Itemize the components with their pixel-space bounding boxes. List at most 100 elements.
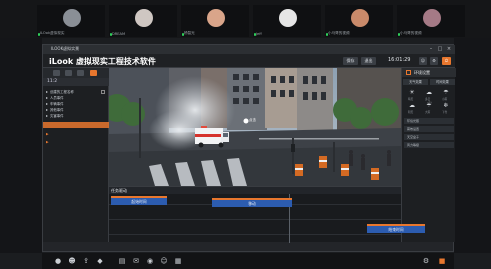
weather-label: 晴天 [408,98,414,101]
maximize-icon[interactable]: □ [436,46,444,52]
tree-item[interactable]: 车辆事件 [46,101,64,106]
participant-tile[interactable]: ILOok虚拟现实 [37,5,105,37]
expand-icon [46,109,48,111]
task-timeline: 任务驱动 起始时间 移动 结束时间 [109,186,425,243]
window-titlebar: ILOOK虚拟实景 – □ × [43,45,455,54]
expand-icon [46,115,48,117]
app-brand: iLook 虚拟现实工程技术软件 [49,57,156,66]
gallery-margin-left [0,38,42,253]
participant-tile[interactable]: DREAM [109,5,177,37]
record-icon[interactable]: ◉ [146,257,154,265]
weather-label: 小雨 [442,98,448,101]
participant-avatar [423,9,441,27]
scene-viewport[interactable]: 点击 [109,68,401,186]
tree-item-label: 灾害事件 [50,114,64,118]
minimize-icon[interactable]: – [427,46,435,52]
timeline-clip[interactable]: 移动 [212,198,292,207]
tree-item-label: 创建的工程名称 [50,90,74,94]
window-title: ILOOK虚拟实景 [51,46,80,51]
share-icon[interactable]: ⇪ [82,257,90,265]
shared-app-window: ILOOK虚拟实景 – □ × iLook 虚拟现实工程技术软件 保存 退出 1… [42,44,456,252]
participant-avatar [279,9,297,27]
participant-tile[interactable]: 小马哥的视频 [397,5,465,37]
tree-item-label: 其他事件 [50,108,64,112]
participant-name: Jeff [256,32,262,36]
overcast-icon[interactable]: ☁ [408,103,416,109]
layer-icon[interactable] [77,70,84,76]
folder-icon[interactable] [53,70,60,76]
tree-item-label: 车辆事件 [50,102,64,106]
play-icon[interactable]: ▶ [46,140,49,144]
settings-icon[interactable]: ⚙ [430,57,438,65]
timeline-header: 任务驱动 [109,187,401,194]
participant-name: 杨智光 [184,31,195,35]
mic-icon[interactable]: ● [54,257,62,265]
tab-weather[interactable]: 天气效果 [403,79,428,85]
meeting-toolbar: ● ☻ ⇪ ◆ ▤ ✉ ◉ ☺ ▦ ⚙ ■ [42,253,454,269]
setting-row[interactable]: 天空盒子 [404,134,454,140]
apps-icon[interactable]: ▦ [174,257,182,265]
timeline-track-divider [109,234,401,235]
tree-item[interactable]: 人员事件 [46,95,64,100]
list-icon[interactable] [65,70,72,76]
scene-render [109,68,401,186]
play-icon[interactable]: ▶ [46,132,49,136]
expand-icon [46,91,48,93]
visibility-checkbox[interactable] [101,90,105,94]
timeline-clip[interactable]: 起始时间 [111,196,167,205]
weather-label: 下雪 [442,111,448,114]
clock-display: 16:01:29 [388,57,411,63]
smile-icon[interactable]: ☺ [160,257,168,265]
layout-icon[interactable]: ▤ [118,257,126,265]
flag-icon[interactable] [90,70,97,76]
timeline-clip[interactable]: 结束时间 [367,224,425,233]
participant-name: 小马哥的视频 [400,31,422,35]
participant-tile[interactable]: 小马哥的视频 [325,5,393,37]
meeting-screen: ILOok虚拟现实 DREAM 杨智光 Jeff 小马哥的视频 小马哥的视频 I… [0,0,491,269]
save-button[interactable]: 保存 [343,57,358,65]
participant-tile[interactable]: Jeff [253,5,321,37]
sunny-icon[interactable]: ☀ [408,90,416,96]
participant-name: DREAM [112,32,126,36]
rain-icon[interactable]: ☂ [442,90,450,96]
exit-button[interactable]: 退出 [361,57,376,65]
end-icon[interactable]: ■ [438,257,446,265]
heavy-rain-icon[interactable]: ☔ [425,103,433,109]
participant-name: ILOok虚拟现实 [40,31,65,35]
weather-label: 大雨 [425,111,431,114]
participant-strip: ILOok虚拟现实 DREAM 杨智光 Jeff 小马哥的视频 小马哥的视频 [0,0,491,38]
participant-tile[interactable]: 杨智光 [181,5,249,37]
tree-item[interactable]: 创建的工程名称 [46,89,74,94]
setting-row[interactable]: 环境光照 [404,118,454,124]
setting-row[interactable]: 雾效设置 [404,126,454,132]
settings-icon[interactable]: ⚙ [422,257,430,265]
cloudy-icon[interactable]: ☁ [425,90,433,96]
close-icon[interactable]: × [445,46,453,52]
tree-item-label: 人员事件 [50,96,64,100]
participant-avatar [135,9,153,27]
power-icon[interactable]: ⏻ [442,57,451,65]
setting-row[interactable]: 风力等级 [404,142,454,148]
chat-icon[interactable]: ✉ [132,257,140,265]
participants-icon[interactable]: ☻ [68,257,76,265]
scene-hint: 点击 [249,118,256,122]
participant-avatar [207,9,225,27]
tree-item[interactable]: 灾害事件 [46,113,64,118]
tree-item[interactable]: 其他事件 [46,107,64,112]
tab-time[interactable]: 时间效果 [430,79,455,85]
participant-name: 小马哥的视频 [328,31,350,35]
environment-panel: 环境设置 天气效果 时间效果 ☀ ☁ ☂ 晴天 多云 小雨 ☁ ☔ ❄ 阴天 大… [401,68,456,242]
snow-icon[interactable]: ❄ [442,103,450,109]
panel-header: 环境设置 [402,68,456,77]
participant-avatar [351,9,369,27]
expand-icon [46,97,48,99]
security-icon[interactable]: ◆ [96,257,104,265]
user-icon[interactable]: ☺ [419,57,427,65]
gallery-margin-right [454,38,491,253]
weather-label: 多云 [425,98,431,101]
scene-tree-panel: 11:2 创建的工程名称 人员事件 车辆事件 其他事件 灾害事件 ▶ ▶ [43,68,109,242]
timeline-title: 任务驱动 [111,188,127,193]
weather-label: 阴天 [408,111,414,114]
panel-toolbar [43,68,109,78]
timeline-track-divider [109,219,401,220]
